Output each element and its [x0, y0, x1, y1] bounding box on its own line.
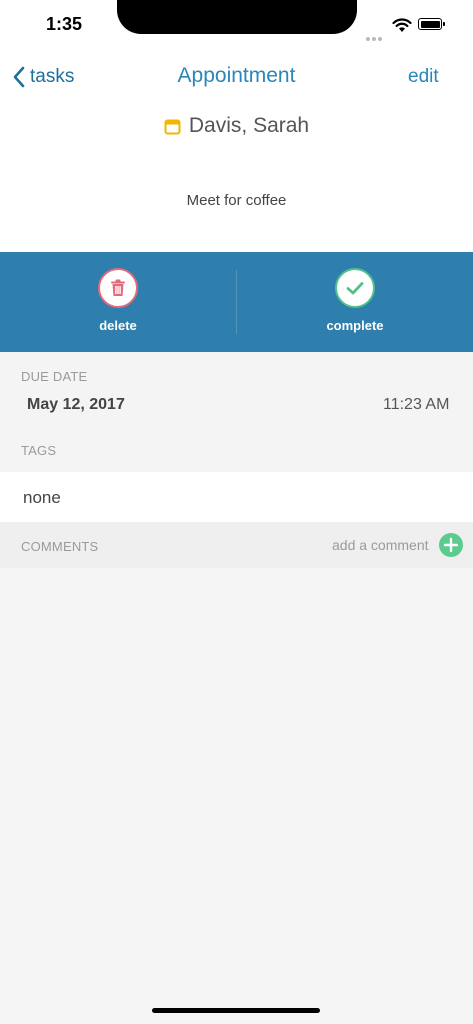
- trash-icon: [111, 279, 125, 296]
- wifi-icon: [392, 18, 412, 32]
- home-indicator[interactable]: [152, 1008, 320, 1013]
- complete-button[interactable]: complete: [295, 268, 415, 333]
- complete-circle: [335, 268, 375, 308]
- status-time: 1:35: [46, 14, 83, 34]
- comments-label: COMMENTS: [21, 539, 99, 554]
- comments-area: [0, 568, 473, 1024]
- add-comment-link[interactable]: add a comment: [332, 537, 429, 553]
- tags-value: none: [23, 488, 61, 507]
- calendar-icon: [164, 119, 181, 134]
- checkmark-icon: [346, 282, 364, 295]
- cellular-signal-icon: [366, 28, 388, 41]
- tags-label: TAGS: [21, 443, 57, 458]
- delete-button[interactable]: delete: [58, 268, 178, 333]
- battery-icon: [418, 18, 445, 30]
- due-date-value[interactable]: May 12, 2017: [27, 396, 125, 414]
- due-time-value[interactable]: 11:23 AM: [383, 396, 449, 414]
- tags-field[interactable]: [0, 472, 473, 522]
- plus-icon: [443, 537, 459, 553]
- delete-label: delete: [99, 318, 137, 333]
- action-divider: [236, 270, 237, 334]
- contact-name: Davis, Sarah: [188, 114, 310, 137]
- contact-row[interactable]: Davis, Sarah: [0, 114, 473, 138]
- device-notch: [117, 0, 357, 34]
- complete-label: complete: [326, 318, 384, 333]
- edit-button[interactable]: edit: [408, 64, 439, 90]
- add-comment-button[interactable]: [439, 533, 463, 557]
- delete-circle: [98, 268, 138, 308]
- page-title: Appointment: [177, 64, 296, 87]
- task-note: Meet for coffee: [186, 192, 287, 209]
- due-date-label: DUE DATE: [21, 369, 88, 384]
